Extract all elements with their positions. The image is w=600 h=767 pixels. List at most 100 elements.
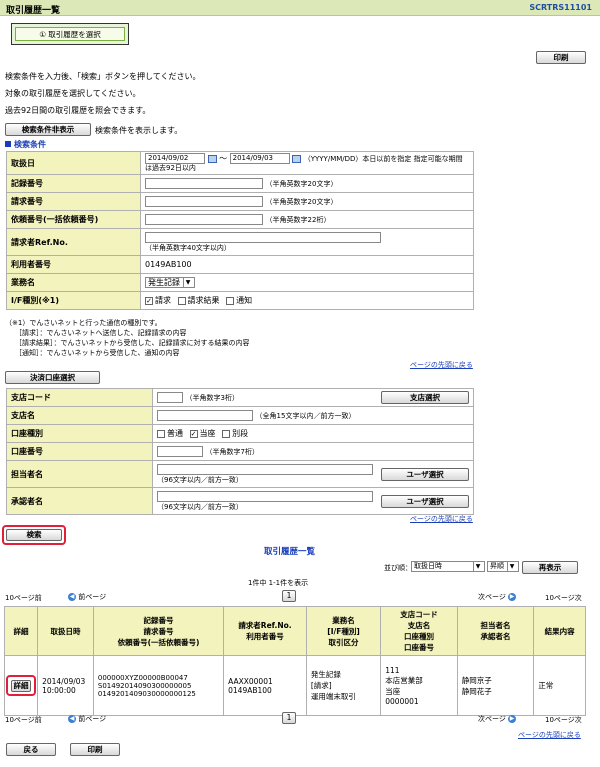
- record-number-input[interactable]: [145, 178, 263, 189]
- record-label: 記録番号: [6, 174, 141, 193]
- owner-input[interactable]: [157, 463, 373, 475]
- row-account-type: 当座: [385, 686, 401, 696]
- chevron-down-icon: ▼: [473, 562, 482, 571]
- calendar-icon[interactable]: [292, 154, 302, 163]
- sort-label: 並び順：: [384, 564, 412, 572]
- date-from-input[interactable]: 2014/09/02: [145, 153, 205, 164]
- arrow-left-icon: ◀: [68, 593, 76, 601]
- title-bar: 取引履歴一覧 SCRTRS11101: [0, 0, 600, 16]
- toggle-note: 検索条件を表示します。: [95, 126, 183, 135]
- type-ordinary-checkbox[interactable]: [157, 429, 165, 438]
- date-to-input[interactable]: 2014/09/03: [229, 153, 290, 164]
- col-datetime: 取扱日時: [37, 606, 94, 656]
- business-label: 業務名: [6, 273, 141, 292]
- branch-name-note: （全角15文字以内／前方一致）: [255, 412, 356, 420]
- pager-next10[interactable]: 10ページ次: [545, 593, 582, 603]
- search-conditions-form: 取扱日 2014/09/02 ～ 2014/09/03 （YYYY/MM/DD）…: [6, 151, 474, 310]
- branch-name-input[interactable]: [157, 410, 253, 421]
- account-type-label: 口座種別: [6, 424, 153, 443]
- ref-note: （半角英数字40文字以内）: [145, 243, 231, 252]
- request-number-input[interactable]: [145, 196, 263, 207]
- type-current-checkbox[interactable]: ✓: [189, 429, 198, 438]
- calendar-icon[interactable]: [207, 154, 217, 163]
- col-detail: 詳細: [3, 606, 39, 656]
- owner-label: 担当者名: [6, 460, 153, 488]
- pager-next[interactable]: 次ページ ▶: [478, 592, 517, 602]
- request-note: （半角英数字20文字）: [265, 198, 338, 206]
- search-button[interactable]: 検索: [6, 529, 62, 541]
- footnote-4: ［通知］：でんさいネットから受信した、通知の内容: [15, 349, 180, 357]
- pager-page-1[interactable]: 1: [282, 590, 296, 602]
- back-to-top-link-1[interactable]: ページの先頭に戻る: [410, 360, 473, 370]
- branch-code-label: 支店コード: [6, 388, 153, 407]
- owner-select-button[interactable]: ユーザ選択: [381, 467, 469, 481]
- approver-label: 承認者名: [6, 487, 153, 515]
- branch-code-input[interactable]: [157, 392, 183, 403]
- approver-select-button[interactable]: ユーザ選択: [381, 494, 469, 508]
- pager-next-label: 次ページ: [478, 715, 506, 723]
- table-row: 詳細 2014/09/03 10:00:00 000000XYZ00000B00…: [3, 655, 586, 716]
- branch-name-label: 支店名: [6, 406, 153, 425]
- hide-conditions-button[interactable]: 検索条件非表示: [5, 123, 91, 136]
- type-ordinary-label: 普通: [167, 429, 183, 438]
- if-request-checkbox[interactable]: ✓: [145, 296, 153, 305]
- bulk-number-input[interactable]: [145, 214, 263, 225]
- sort-select[interactable]: 取扱日時 ▼: [411, 561, 485, 572]
- row-record-number: 000000XYZ00000B00047: [97, 673, 188, 682]
- branch-code-note: （半角数字3桁）: [185, 394, 240, 402]
- col-ref: 請求者Ref.No. 利用者番号: [223, 606, 307, 656]
- redisplay-button[interactable]: 再表示: [522, 561, 578, 574]
- ref-number-input[interactable]: [145, 231, 381, 243]
- if-result-checkbox[interactable]: [177, 296, 186, 305]
- pager-prev-bottom[interactable]: ◀ 前ページ: [68, 714, 106, 724]
- pager-prev-label: 前ページ: [78, 715, 107, 723]
- detail-button[interactable]: 詳細: [11, 679, 32, 692]
- instruction-2: 対象の取引履歴を選択してください。: [5, 89, 141, 98]
- type-special-checkbox[interactable]: [222, 429, 231, 438]
- type-current-label: 当座: [199, 429, 216, 438]
- branch-select-button[interactable]: 支店選択: [381, 391, 469, 404]
- footnote-3: ［請求結果］：でんさいネットから受信した、記録請求に対する結果の内容: [15, 339, 250, 347]
- pager-next-bottom[interactable]: 次ページ ▶: [478, 714, 517, 724]
- if-type-label: I/F種別(※1): [6, 291, 141, 310]
- if-request-label: 請求: [155, 296, 171, 305]
- row-bulk-number: 0149201409030000000125: [97, 689, 196, 698]
- pager-prev10[interactable]: 10ページ前: [5, 593, 42, 603]
- print-button[interactable]: 印刷: [536, 51, 586, 64]
- pager-next10-bottom[interactable]: 10ページ次: [545, 715, 582, 725]
- approver-input[interactable]: [157, 490, 373, 502]
- row-owner: 静岡京子: [461, 675, 492, 685]
- row-branch-code: 111: [385, 665, 400, 675]
- sort-select-value: 取扱日時: [414, 562, 442, 570]
- order-select[interactable]: 昇順 ▼: [487, 561, 519, 572]
- numbers-cell: 000000XYZ00000B00047 S014920140903000000…: [92, 655, 225, 716]
- footnote-1: （※1）でんさいネットと行った通信の種別です。: [5, 319, 162, 327]
- step-indicator: ① 取引履歴を選択: [11, 23, 129, 45]
- row-branch-name: 本店営業部: [385, 675, 423, 685]
- page-title: 取引履歴一覧: [6, 6, 61, 16]
- row-business: 発生記録: [310, 670, 341, 679]
- account-number-label: 口座番号: [6, 442, 153, 461]
- if-notice-checkbox[interactable]: [226, 296, 235, 305]
- arrow-left-icon: ◀: [68, 715, 76, 723]
- row-time: 10:00:00: [42, 685, 76, 695]
- footnote-2: ［請求］：でんさいネットへ送信した、記録請求の内容: [15, 329, 187, 337]
- back-to-top-link-2[interactable]: ページの先頭に戻る: [410, 514, 473, 524]
- business-select[interactable]: 発生記録 ▼: [145, 277, 195, 288]
- col-business: 業務名 [I/F種別] 取引区分: [305, 606, 382, 656]
- branch-cell: 111 本店営業部 当座 0000001: [380, 655, 458, 716]
- pager-prev10-bottom[interactable]: 10ページ前: [5, 715, 42, 725]
- business-select-value: 発生記録: [148, 278, 180, 287]
- pager-page-1-bottom[interactable]: 1: [282, 712, 296, 724]
- row-category: 運用端末取引: [310, 692, 356, 701]
- row-if-type: [請求]: [310, 681, 332, 690]
- pager-prev[interactable]: ◀ 前ページ: [68, 592, 106, 602]
- print-bottom-button[interactable]: 印刷: [70, 743, 120, 756]
- back-to-top-link-3[interactable]: ページの先頭に戻る: [518, 730, 581, 740]
- result-count: 1件中 1-1件を表示: [248, 579, 309, 587]
- back-button[interactable]: 戻る: [6, 743, 56, 756]
- account-number-input[interactable]: [157, 446, 203, 457]
- account-select-button[interactable]: 決済口座選択: [5, 371, 100, 384]
- row-ref: AAXX00001: [228, 676, 273, 686]
- ref-cell: AAXX00001 0149AB100: [223, 655, 307, 716]
